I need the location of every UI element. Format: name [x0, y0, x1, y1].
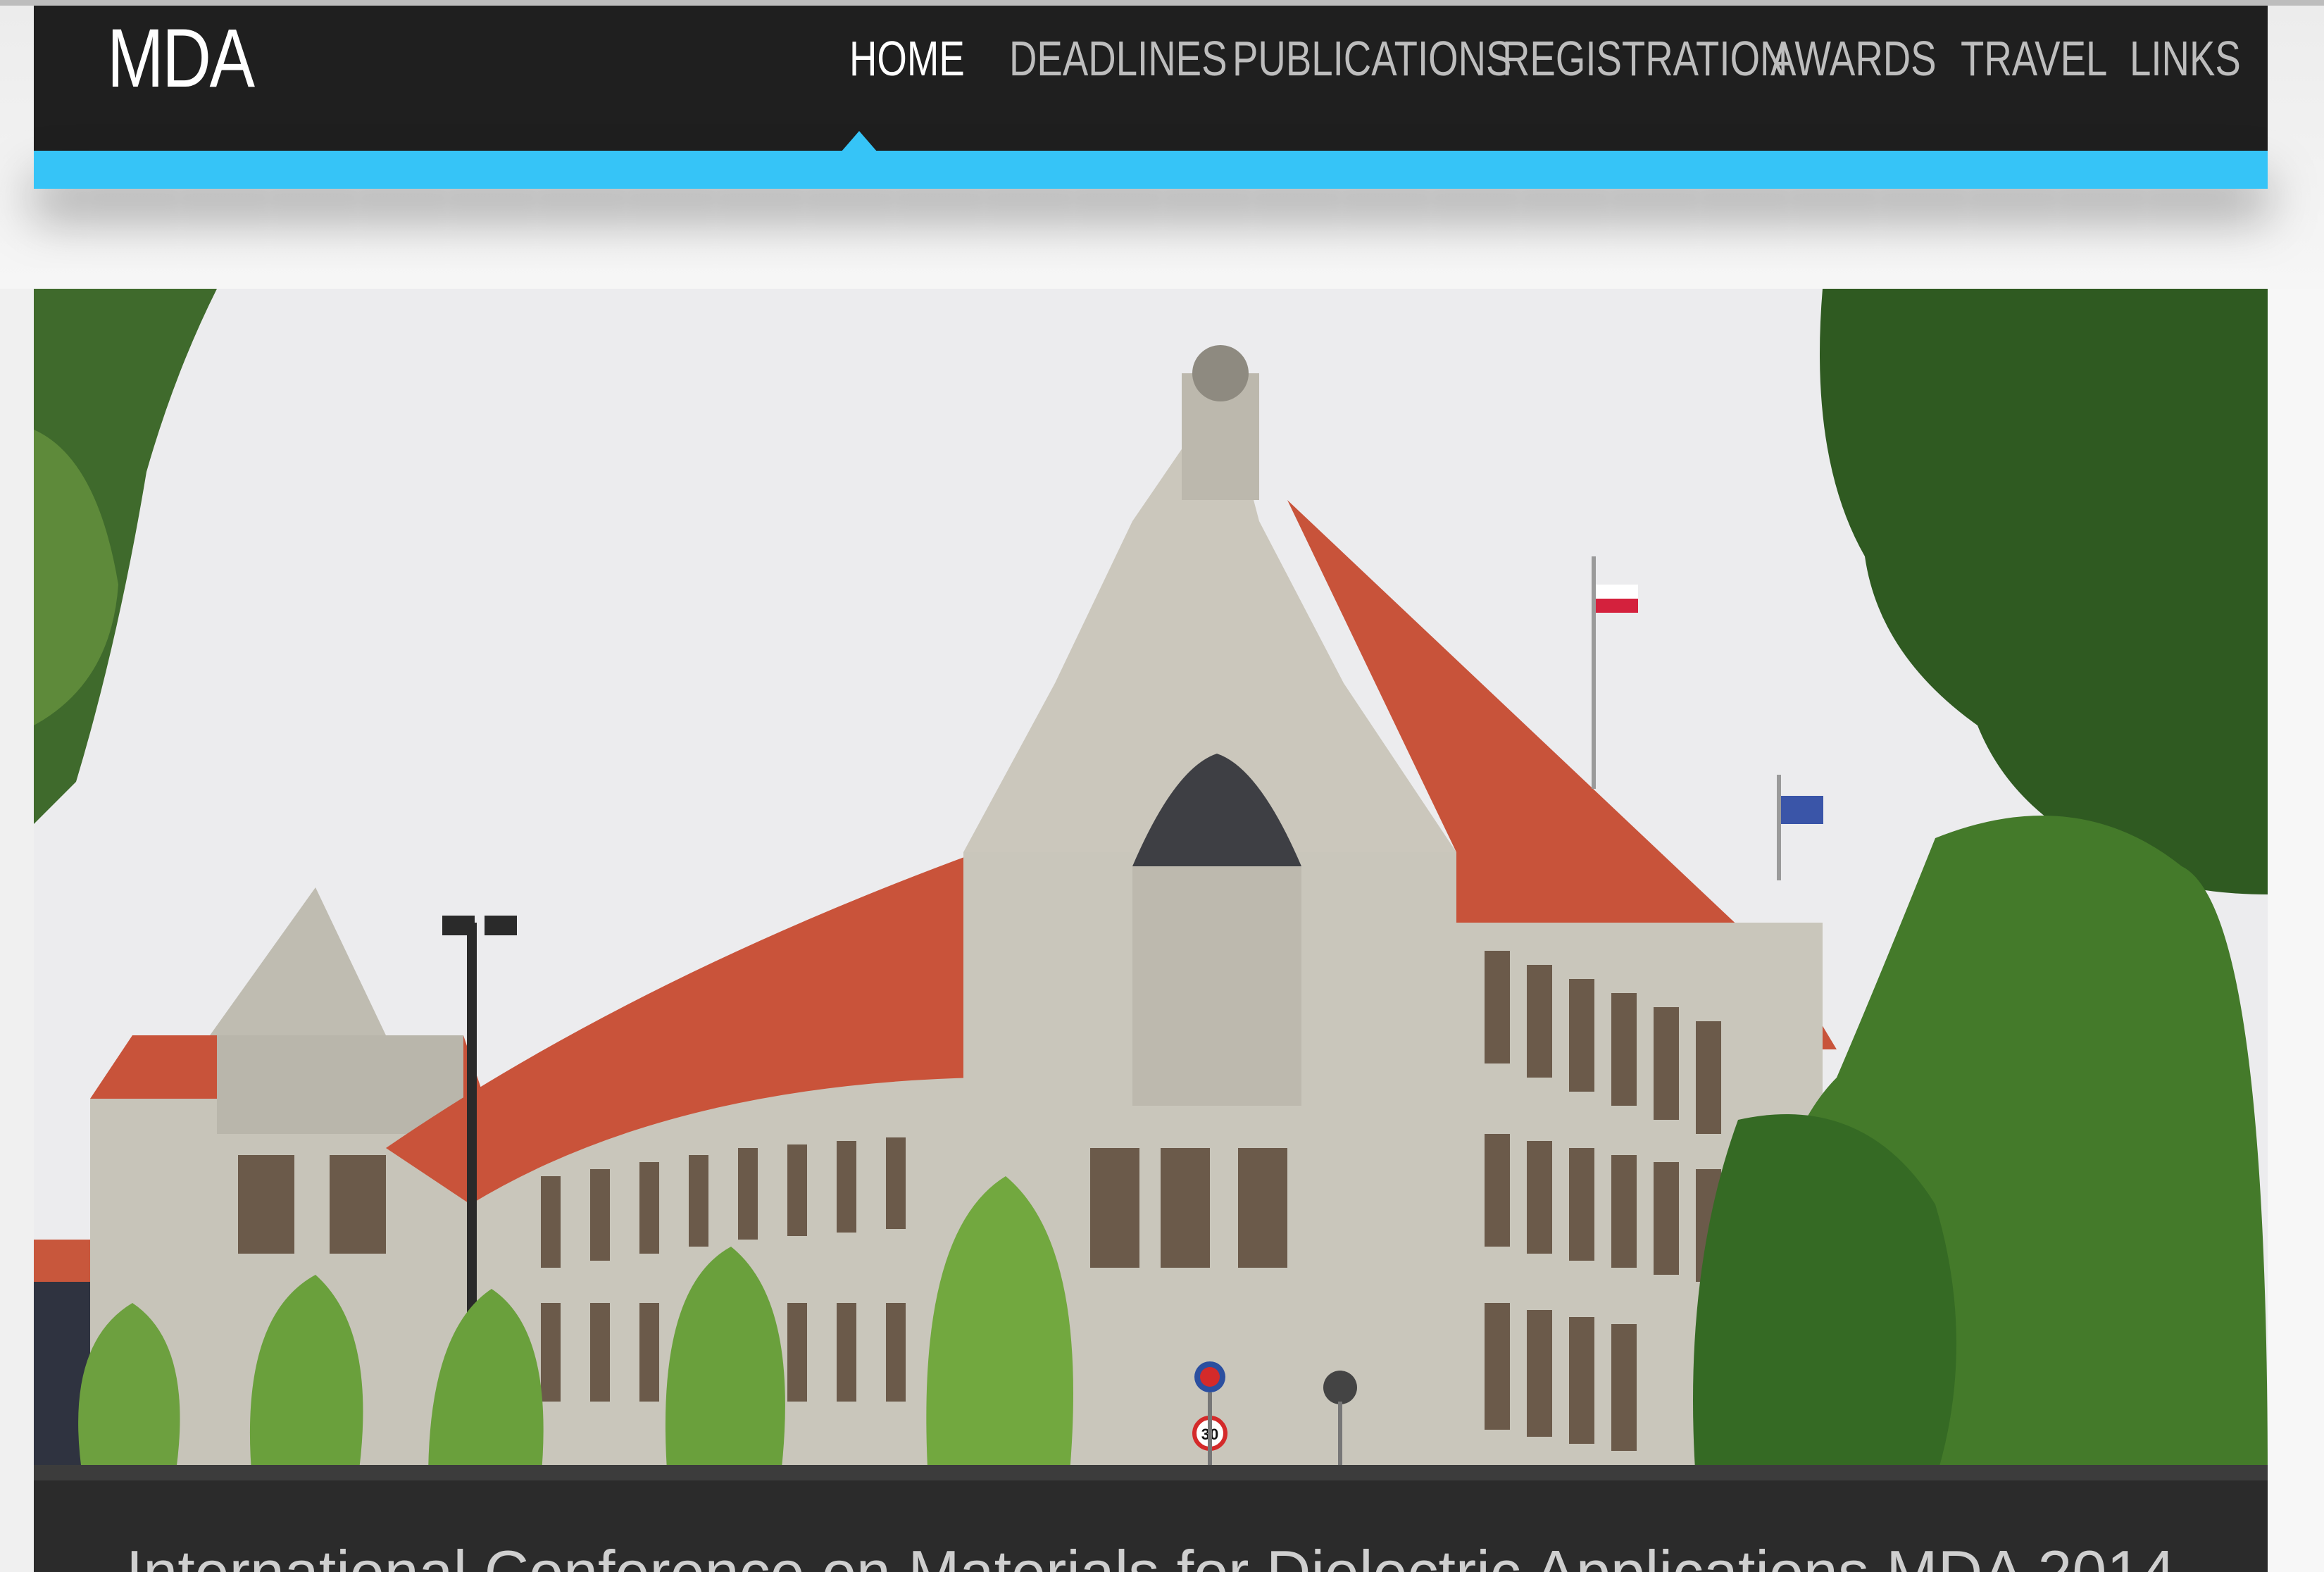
nav-item-awards[interactable]: AWARDS	[1770, 6, 1937, 111]
browser-top-edge	[0, 0, 2324, 6]
nav-item-links[interactable]: LINKS	[2130, 6, 2241, 111]
hero-caption-bar: International Conference on Materials fo…	[34, 1480, 2268, 1572]
university-building-photo: 30	[34, 289, 2268, 1480]
conference-title: International Conference on Materials fo…	[34, 1537, 2268, 1572]
nav-accent-bar	[34, 151, 2268, 189]
active-nav-indicator	[841, 131, 877, 152]
right-gutter	[2268, 289, 2324, 1572]
nav-item-home[interactable]: HOME	[849, 6, 965, 111]
nav-item-travel[interactable]: TRAVEL	[1961, 6, 2107, 111]
hero-image: 30	[34, 289, 2268, 1480]
nav-item-registration[interactable]: REGISTRATION	[1502, 6, 1787, 111]
nav-item-deadlines[interactable]: DEADLINES	[1009, 6, 1227, 111]
nav-menu: HOME DEADLINES PUBLICATIONS REGISTRATION…	[34, 6, 2268, 111]
nav-item-publications[interactable]: PUBLICATIONS	[1232, 6, 1511, 111]
navbar: MDA HOME DEADLINES PUBLICATIONS REGISTRA…	[34, 6, 2268, 151]
